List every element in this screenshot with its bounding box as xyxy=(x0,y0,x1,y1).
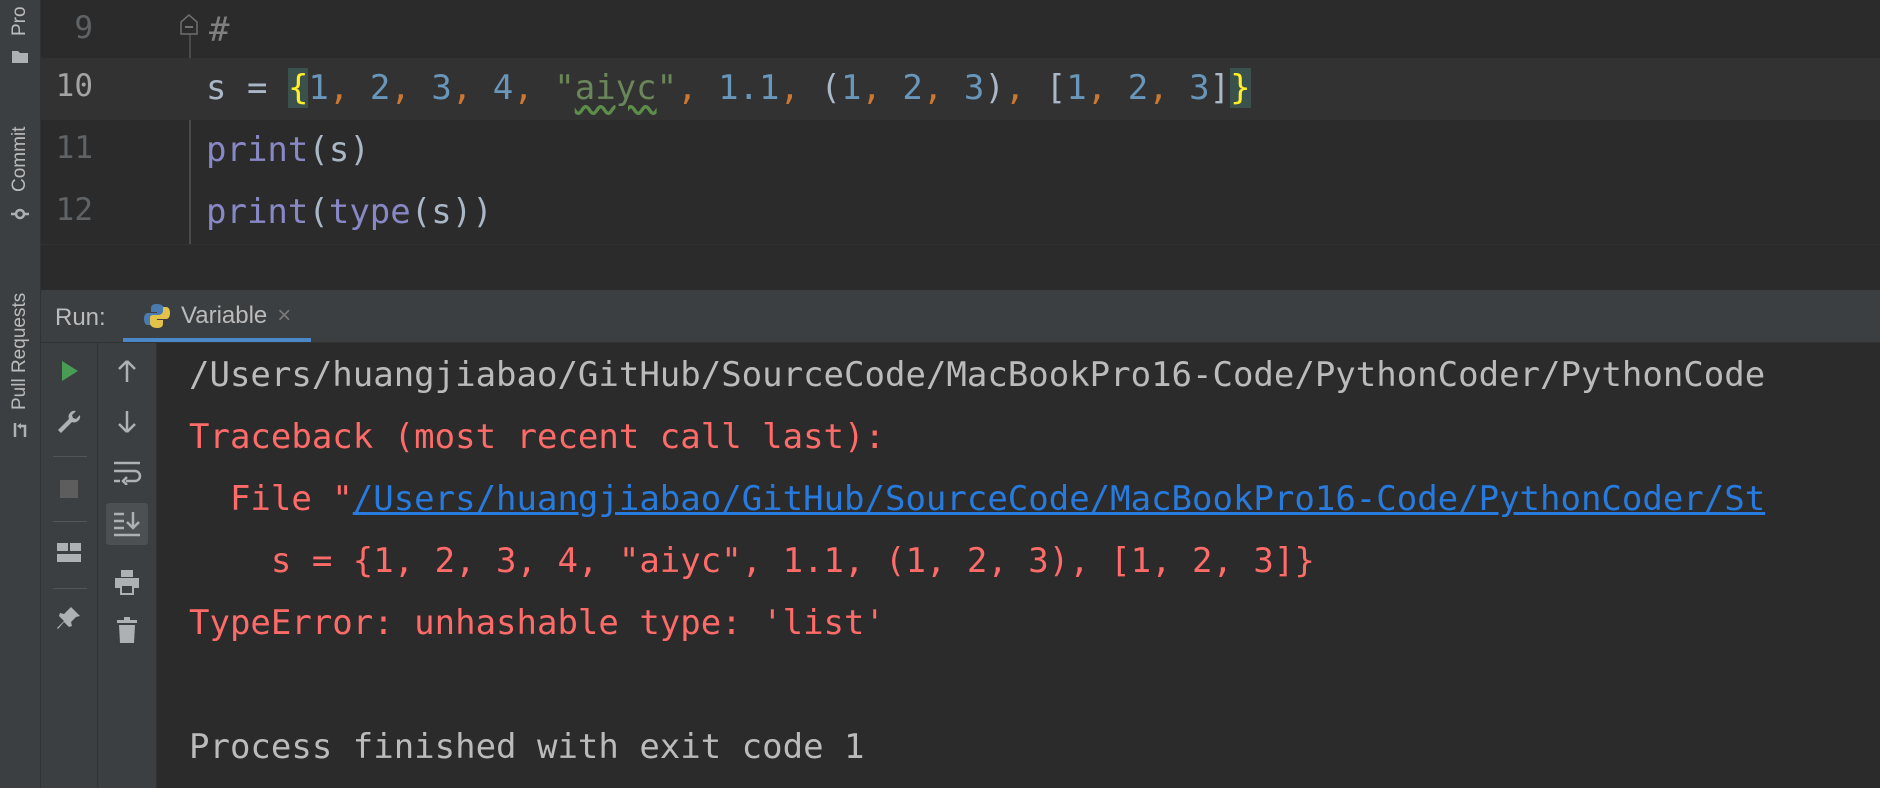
pin-icon xyxy=(57,607,80,629)
wrench-icon xyxy=(58,410,81,433)
print-button[interactable] xyxy=(108,563,146,601)
line-number: 9 xyxy=(74,10,93,46)
pin-tab-button[interactable] xyxy=(50,599,88,637)
console-source-line: s = {1, 2, 3, 4, "aiyc", 1.1, (1, 2, 3),… xyxy=(189,541,1315,581)
scroll-to-end-button[interactable] xyxy=(106,503,148,545)
edit-configuration-button[interactable] xyxy=(50,403,88,441)
scroll-to-end-icon xyxy=(114,512,140,537)
pull-requests-tool-tab[interactable]: Pull Requests xyxy=(0,260,40,450)
trash-icon xyxy=(117,617,137,643)
run-label: Run: xyxy=(55,304,106,331)
pull-requests-tool-label: Pull Requests xyxy=(9,292,30,410)
console-error-line: TypeError: unhashable type: 'list' xyxy=(189,603,885,643)
soft-wrap-icon xyxy=(114,461,142,485)
line-number: 12 xyxy=(55,192,93,228)
previous-occurrence-button[interactable] xyxy=(108,352,146,390)
stop-button[interactable] xyxy=(50,470,88,508)
run-toolbar-primary xyxy=(41,343,98,788)
pull-request-icon xyxy=(13,423,27,437)
code-line[interactable]: 12 print(type(s)) xyxy=(41,182,1880,244)
run-console-output[interactable]: /Users/huangjiabao/GitHub/SourceCode/Mac… xyxy=(157,343,1880,788)
toolbar-separator xyxy=(53,521,87,522)
commit-tool-tab[interactable]: Commit xyxy=(0,100,40,230)
arrow-down-icon xyxy=(118,411,136,433)
console-file-prefix: File " xyxy=(189,479,353,519)
stop-icon xyxy=(60,480,78,498)
fold-collapse-icon[interactable] xyxy=(177,12,201,36)
layout-icon xyxy=(57,543,81,562)
code-editor[interactable]: 9 # 10 s = {1, 2, 3, 4, "aiyc", 1.1, (1,… xyxy=(41,0,1880,244)
editor-run-divider[interactable] xyxy=(41,244,1880,291)
code-text-highlighted: s = {1, 2, 3, 4, "aiyc", 1.1, (1, 2, 3),… xyxy=(206,68,1251,108)
console-file-link[interactable]: /Users/huangjiabao/GitHub/SourceCode/Mac… xyxy=(353,479,1765,519)
code-line[interactable]: 9 # xyxy=(41,0,1880,62)
console-command-line: /Users/huangjiabao/GitHub/SourceCode/Mac… xyxy=(189,355,1766,395)
console-exit-line: Process finished with exit code 1 xyxy=(189,727,865,767)
run-toolbar-secondary xyxy=(98,343,157,788)
project-tool-tab[interactable]: Pro xyxy=(0,0,40,70)
code-line[interactable]: 11 print(s) xyxy=(41,120,1880,182)
code-text-highlighted: print(type(s)) xyxy=(206,192,493,232)
soft-wrap-button[interactable] xyxy=(108,453,146,491)
print-icon xyxy=(115,570,139,595)
console-traceback-header: Traceback (most recent call last): xyxy=(189,417,885,457)
commit-icon xyxy=(11,208,29,220)
python-icon xyxy=(144,304,170,328)
toolbar-separator xyxy=(53,456,87,457)
close-icon[interactable]: × xyxy=(277,302,291,330)
folder-icon xyxy=(12,51,28,63)
run-tool-window-header: Run: Variable × xyxy=(41,290,1880,343)
clear-all-button[interactable] xyxy=(108,611,146,649)
code-line-current[interactable]: 10 s = {1, 2, 3, 4, "aiyc", 1.1, (1, 2, … xyxy=(41,58,1880,120)
toolbar-separator xyxy=(53,588,87,589)
line-number: 10 xyxy=(55,68,93,104)
active-tab-indicator xyxy=(123,338,312,342)
restore-layout-button[interactable] xyxy=(50,534,88,572)
project-tool-label: Pro xyxy=(9,6,30,36)
rerun-button[interactable] xyxy=(50,352,88,390)
run-tab-variable[interactable]: Variable × xyxy=(123,290,312,342)
console-file-line: File "/Users/huangjiabao/GitHub/SourceCo… xyxy=(189,479,1765,519)
code-text-highlighted: print(s) xyxy=(206,130,370,170)
left-tool-strip: Pro Commit Pull Requests xyxy=(0,0,41,788)
run-icon xyxy=(62,361,78,381)
run-tab-title: Variable xyxy=(181,302,268,329)
line-number: 11 xyxy=(55,130,93,166)
arrow-up-icon xyxy=(118,360,136,382)
commit-tool-label: Commit xyxy=(9,126,30,192)
code-text: # xyxy=(209,10,230,50)
next-occurrence-button[interactable] xyxy=(108,403,146,441)
